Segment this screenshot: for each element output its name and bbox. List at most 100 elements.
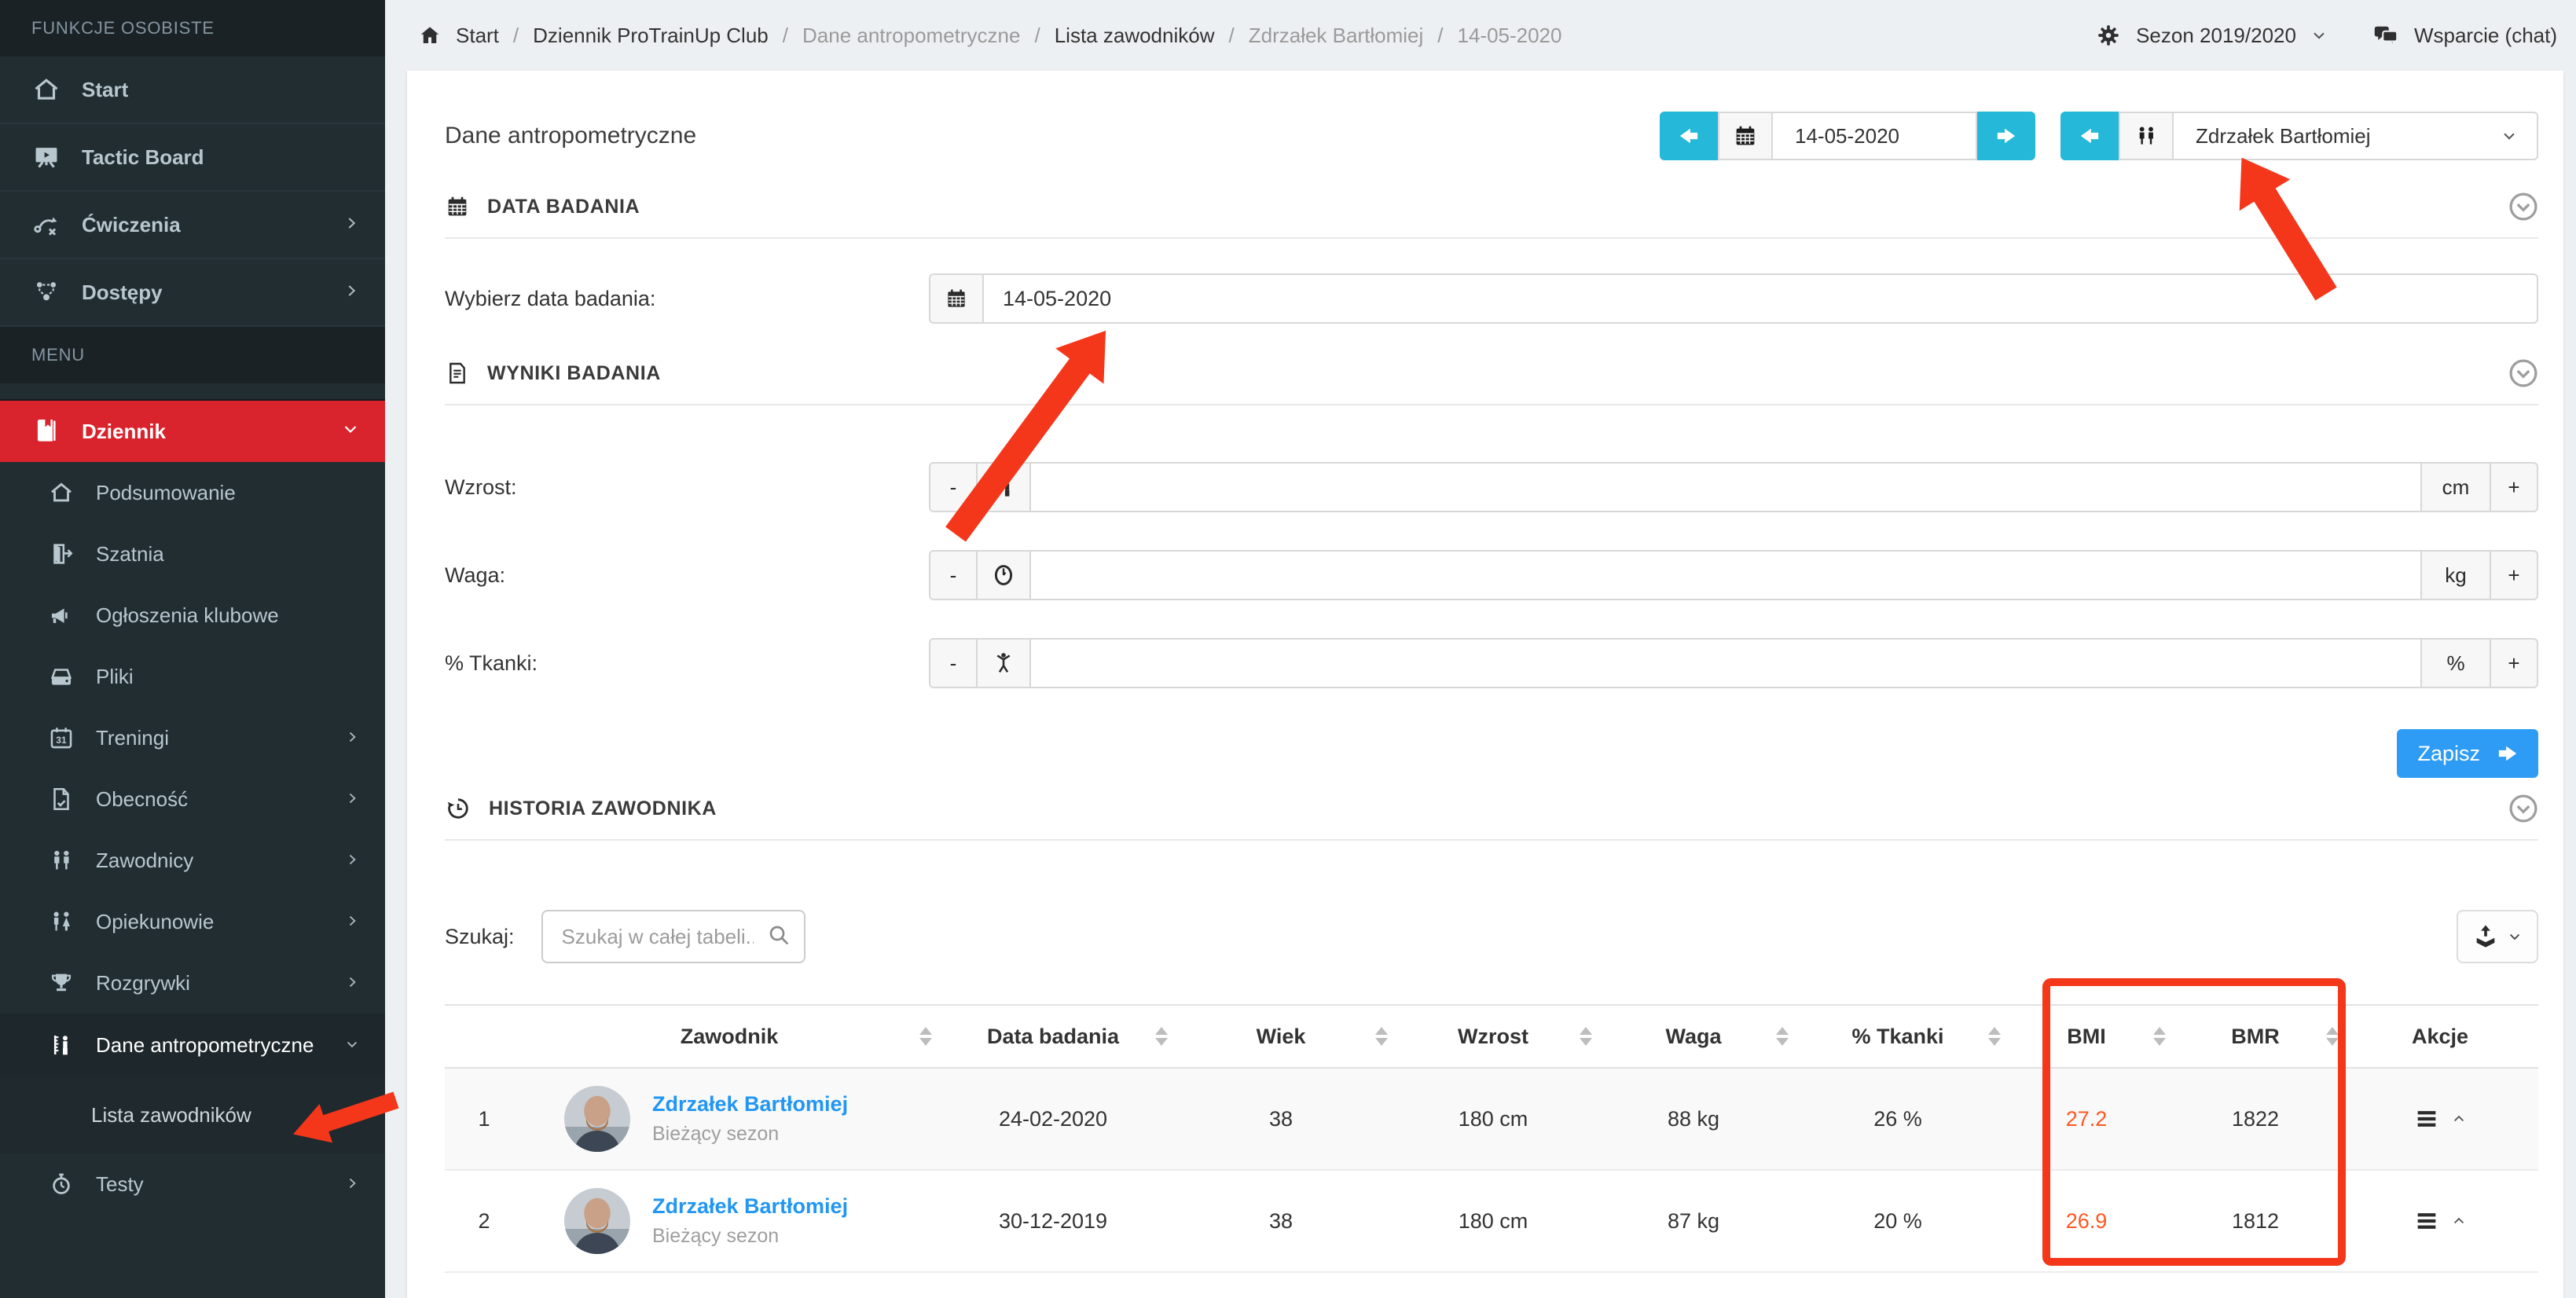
- collapse-section-icon[interactable]: [2508, 192, 2538, 222]
- trophy-icon: [47, 969, 75, 997]
- breadcrumb-dane-antropometryczne[interactable]: Dane antropometryczne: [802, 24, 1020, 48]
- player-navigator: Zdrzałek Bartłomiej: [2060, 112, 2538, 160]
- decrement-button[interactable]: -: [929, 462, 978, 512]
- player-link[interactable]: Zdrzałek Bartłomiej: [652, 1092, 848, 1116]
- date-next-button[interactable]: [1977, 112, 2035, 160]
- calendar-icon: [1718, 112, 1773, 160]
- decrement-button[interactable]: -: [929, 638, 978, 688]
- cell-date: 24-02-2020: [935, 1107, 1171, 1131]
- sidebar-item-szatnia[interactable]: Szatnia: [0, 523, 385, 585]
- cell-fat: 20 %: [1792, 1209, 2004, 1234]
- collapse-section-icon[interactable]: [2508, 794, 2538, 823]
- file-check-icon: [47, 785, 75, 813]
- row-index: 1: [445, 1107, 523, 1131]
- col-akcje: Akcje: [2342, 1025, 2538, 1049]
- player-link[interactable]: Zdrzałek Bartłomiej: [652, 1194, 848, 1219]
- cell-weight: 87 kg: [1595, 1209, 1792, 1234]
- sidebar-item-zawodnicy[interactable]: Zawodnicy: [0, 830, 385, 891]
- chevron-right-icon: [344, 787, 360, 812]
- col-waga[interactable]: Waga: [1595, 1025, 1792, 1049]
- col-bmi[interactable]: BMI: [2004, 1025, 2169, 1049]
- date-input[interactable]: [982, 273, 2538, 324]
- date-navigator-value[interactable]: 14-05-2020: [1773, 112, 1977, 160]
- sort-icon[interactable]: [1776, 1027, 1789, 1046]
- player-select[interactable]: Zdrzałek Bartłomiej: [2174, 112, 2538, 160]
- body-icon: [976, 638, 1031, 688]
- cell-fat: 26 %: [1792, 1107, 2004, 1131]
- breadcrumb-dziennik[interactable]: Dziennik ProTrainUp Club: [533, 24, 769, 48]
- chevron-right-icon: [344, 910, 360, 934]
- sort-icon[interactable]: [2153, 1027, 2166, 1046]
- breadcrumb-date: 14-05-2020: [1457, 24, 1561, 48]
- decrement-button[interactable]: -: [929, 550, 978, 600]
- home-icon[interactable]: [418, 24, 442, 47]
- sort-icon[interactable]: [1988, 1027, 2001, 1046]
- row-actions-button[interactable]: [2413, 1106, 2467, 1132]
- height-input[interactable]: [1029, 462, 2422, 512]
- date-field-label: Wybierz data badania:: [445, 287, 929, 311]
- save-button[interactable]: Zapisz: [2397, 729, 2538, 778]
- increment-button[interactable]: +: [2490, 550, 2538, 600]
- date-input-group: [929, 273, 2538, 324]
- breadcrumb-player[interactable]: Zdrzałek Bartłomiej: [1249, 24, 1424, 48]
- section-wyniki-badania: WYNIKI BADANIA: [445, 349, 2538, 405]
- sort-icon[interactable]: [1155, 1027, 1168, 1046]
- increment-button[interactable]: +: [2490, 638, 2538, 688]
- col-tkanki[interactable]: % Tkanki: [1792, 1025, 2004, 1049]
- breadcrumb-lista-zawodnikow[interactable]: Lista zawodników: [1055, 24, 1215, 48]
- collapse-section-icon[interactable]: [2508, 358, 2538, 388]
- sort-icon[interactable]: [1580, 1027, 1592, 1046]
- table-row: 2 Zdrzałek Bartłomiej Bieżący sezon 30-1…: [445, 1171, 2538, 1273]
- sidebar-item-opiekunowie[interactable]: Opiekunowie: [0, 891, 385, 952]
- sidebar-item-treningi[interactable]: Treningi: [0, 707, 385, 768]
- height-field-label: Wzrost:: [445, 475, 929, 500]
- row-actions-button[interactable]: [2413, 1208, 2467, 1234]
- date-prev-button[interactable]: [1660, 112, 1718, 160]
- sidebar-item-testy[interactable]: Testy: [0, 1153, 385, 1215]
- sidebar-item-start[interactable]: Start: [0, 57, 385, 124]
- sidebar-item-ogloszenia[interactable]: Ogłoszenia klubowe: [0, 585, 385, 646]
- sidebar-item-dziennik[interactable]: Dziennik: [0, 401, 385, 462]
- sidebar-item-rozgrywki[interactable]: Rozgrywki: [0, 952, 385, 1014]
- season-selector[interactable]: Sezon 2019/2020: [2095, 22, 2328, 49]
- hard-drive-icon: [47, 662, 75, 691]
- col-wzrost[interactable]: Wzrost: [1391, 1025, 1595, 1049]
- sidebar-item-pliki[interactable]: Pliki: [0, 646, 385, 707]
- sidebar-item-cwiczenia[interactable]: Ćwiczenia: [0, 192, 385, 259]
- fat-input-group: - % +: [929, 638, 2538, 688]
- height-field-row: Wzrost: - cm +: [407, 405, 2563, 512]
- col-data-badania[interactable]: Data badania: [935, 1025, 1171, 1049]
- strategy-icon: [31, 210, 61, 240]
- search-box: [541, 910, 805, 963]
- two-people-icon: [47, 846, 75, 874]
- col-zawodnik[interactable]: Zawodnik: [523, 1025, 935, 1049]
- breadcrumb: Start / Dziennik ProTrainUp Club / Dane …: [418, 24, 1561, 48]
- chevron-down-icon: [341, 420, 360, 444]
- sidebar-section-personal: FUNKCJE OSOBISTE: [0, 0, 385, 57]
- sidebar-divider: [0, 383, 385, 401]
- weight-input[interactable]: [1029, 550, 2422, 600]
- sort-icon[interactable]: [2326, 1027, 2339, 1046]
- sidebar-item-tactic-board[interactable]: Tactic Board: [0, 124, 385, 192]
- sidebar-item-podsumowanie[interactable]: Podsumowanie: [0, 462, 385, 523]
- col-wiek[interactable]: Wiek: [1171, 1025, 1391, 1049]
- increment-button[interactable]: +: [2490, 462, 2538, 512]
- export-button[interactable]: [2457, 910, 2538, 963]
- breadcrumb-start[interactable]: Start: [456, 24, 499, 48]
- sort-icon[interactable]: [1375, 1027, 1388, 1046]
- support-chat-link[interactable]: Wsparcie (chat): [2372, 21, 2557, 50]
- cell-height: 180 cm: [1391, 1107, 1595, 1131]
- sort-icon[interactable]: [919, 1027, 932, 1046]
- weight-unit: kg: [2420, 550, 2491, 600]
- content-card: Dane antropometryczne 14-05-2020 Zdrzałe…: [407, 71, 2563, 1298]
- player-prev-button[interactable]: [2060, 112, 2119, 160]
- sidebar-item-dane-antropometryczne[interactable]: Dane antropometryczne: [0, 1014, 385, 1076]
- sidebar-item-obecnosc[interactable]: Obecność: [0, 768, 385, 830]
- search-row: Szukaj:: [445, 910, 2538, 963]
- col-bmr[interactable]: BMR: [2169, 1025, 2342, 1049]
- table-header-row: Zawodnik Data badania Wiek Wzrost Waga %…: [445, 1006, 2538, 1069]
- sidebar-item-dostepy[interactable]: Dostępy: [0, 259, 385, 327]
- cell-weight: 88 kg: [1595, 1107, 1792, 1131]
- sidebar-item-lista-zawodnikow[interactable]: Lista zawodników: [0, 1076, 385, 1153]
- fat-input[interactable]: [1029, 638, 2422, 688]
